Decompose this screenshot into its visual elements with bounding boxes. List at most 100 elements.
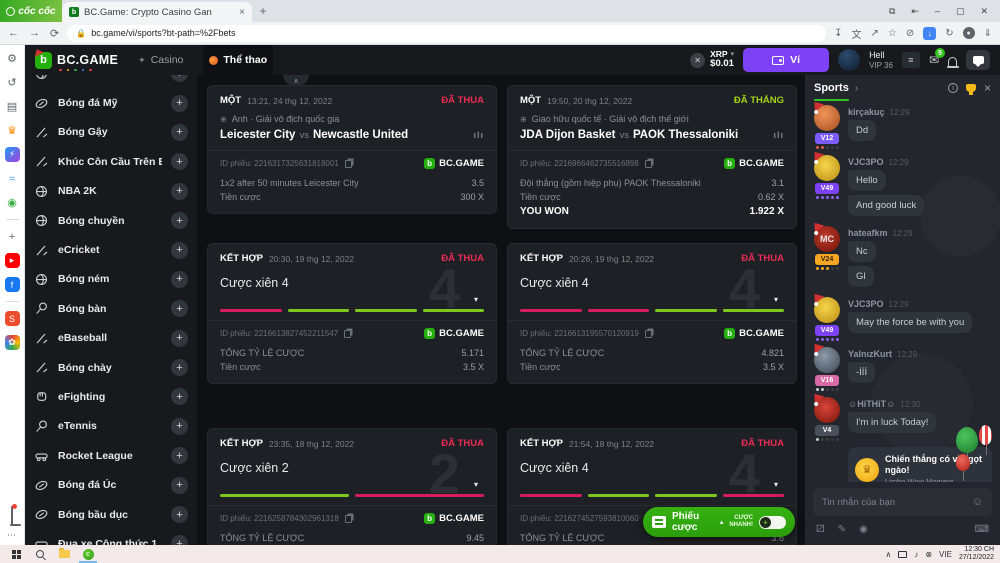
crown-rewards-icon[interactable]: ♛ [5,123,20,138]
avatar[interactable] [814,105,840,131]
sidebar-item-nba-2k[interactable]: NBA 2K+ [25,177,197,206]
add-to-favorites-button[interactable]: + [171,271,188,288]
clock[interactable]: 12:30 CH 27/12/2022 [959,546,994,562]
sidebar-item-ecricket[interactable]: eCricket+ [25,235,197,264]
add-to-favorites-button[interactable]: + [171,388,188,405]
settings-icon[interactable]: ⚙ [5,51,20,66]
avatar[interactable] [814,397,840,423]
add-shortcut-icon[interactable]: + [5,229,20,244]
sidebar-item-bóng-bàn[interactable]: Bóng bàn+ [25,294,197,323]
add-to-favorites-button[interactable]: + [171,447,188,464]
quick-bet-toggle[interactable]: + [759,516,786,529]
rain-feature-icon[interactable]: ⚂ [816,524,825,535]
more-icon[interactable]: ⋯ [7,530,17,541]
bookmark-star-icon[interactable]: ☆ [888,28,897,39]
coin-drop-icon[interactable]: ◉ [859,524,868,535]
strip-notifications-button[interactable] [11,507,13,525]
games-icon[interactable]: ◉ [5,195,20,210]
bcgame-logo[interactable]: b BC.GAME [35,52,118,69]
shopee-icon[interactable]: S [5,311,20,326]
nav-casino[interactable]: ✦ Casino [132,45,189,75]
cast-icon[interactable]: ⧉ [889,6,895,17]
reload-icon[interactable]: ⟳ [50,27,59,40]
adblock-shield-icon[interactable]: ⊘ [906,28,914,39]
session-restore-icon[interactable]: ⇤ [911,6,919,17]
currency-selector[interactable]: ✕ XRP ▾ $0.01 [690,50,734,70]
history-icon[interactable]: ↺ [5,75,20,90]
add-to-favorites-button[interactable]: + [171,359,188,376]
sidebar-item-bóng-đá-úc[interactable]: Bóng đá Úc+ [25,470,197,499]
copy-icon[interactable] [345,160,352,168]
file-explorer-button[interactable] [52,545,76,563]
dismiss-icon[interactable]: ⊗ [925,550,932,559]
maximize-icon[interactable]: ▢ [956,6,965,17]
avatar[interactable] [814,297,840,323]
newsfeed-icon[interactable]: ▤ [5,99,20,114]
url-omnibox[interactable]: 🔒 bc.game/vi/sports?bt-path=%2Fbets [67,25,826,42]
browser-tab[interactable]: b BC.Game: Crypto Casino Gan × [62,2,252,22]
update-icon[interactable]: ↻ [945,28,953,39]
nav-sports[interactable]: Thể thao [203,45,273,75]
bet-card[interactable]: MỘT13:21, 24 thg 12, 2022ĐÃ THUA⊕Anh · G… [207,85,497,214]
volume-icon[interactable]: ♪ [914,550,918,559]
messenger-icon[interactable]: ⚡ [5,147,20,162]
add-to-favorites-button[interactable]: + [171,75,188,82]
save-page-icon[interactable]: ↧ [834,28,842,39]
chevron-right-icon[interactable]: › [855,83,858,94]
chat-close-icon[interactable]: × [984,81,991,95]
add-to-favorites-button[interactable]: + [171,330,188,347]
sidebar-item-bóng-đá-mỹ[interactable]: Bóng đá Mỹ+ [25,88,197,117]
cloud-app-icon[interactable]: ≈ [5,171,20,186]
copy-icon[interactable] [645,160,652,168]
start-button[interactable] [4,545,28,563]
emoji-icon[interactable]: ☺ [972,496,983,508]
sidebar-item-bóng-chày[interactable]: Bóng chày+ [25,353,197,382]
chat-username[interactable]: VJC3PO [848,299,884,309]
chat-username[interactable]: kirçakuç [848,107,885,117]
sidebar-item-rocket-league[interactable]: Rocket League+ [25,441,197,470]
sidebar-item-bóng-gậy[interactable]: Bóng Gậy+ [25,118,197,147]
add-to-favorites-button[interactable]: + [171,535,188,545]
sidebar-item-ebaseball[interactable]: eBaseball+ [25,324,197,353]
downloads-tray-icon[interactable]: ⇓ [984,28,992,39]
chat-username[interactable]: ☺HiTHiT☺ [848,399,895,409]
keyboard-icon[interactable]: ⌨ [975,524,989,535]
chat-username[interactable]: YalnızKurt [848,349,892,359]
chat-username[interactable]: VJC3PO [848,157,884,167]
coccoc-menu-button[interactable]: cốc cốc [0,0,62,22]
sidebar-item-efighting[interactable]: eFighting+ [25,382,197,411]
avatar[interactable] [814,347,840,373]
add-to-favorites-button[interactable]: + [171,242,188,259]
chat-room-tab[interactable]: Sports [814,75,849,101]
copy-icon[interactable] [344,330,351,338]
sidebar-item-etennis[interactable]: eTennis+ [25,412,197,441]
sidebar-item-bóng-bầu-dục[interactable]: Bóng bầu dục+ [25,500,197,529]
misc-app-icon[interactable]: ✿ [5,335,20,350]
sidebar-item-đua-xe-công-thức-1[interactable]: Đua xe Công thức 1+ [25,529,197,545]
vip-menu-button[interactable]: ≡ [902,52,920,68]
notifications-button[interactable] [948,55,957,66]
rules-pen-icon[interactable]: ✎ [838,524,846,535]
minimize-icon[interactable]: – [935,6,940,16]
expand-caret-icon[interactable]: ▾ [474,480,478,489]
sidebar-item[interactable]: + [25,75,197,88]
avatar[interactable]: MC [814,226,840,252]
add-to-favorites-button[interactable]: + [171,477,188,494]
copy-icon[interactable] [345,515,352,523]
wallet-button[interactable]: Ví [743,48,829,72]
share-icon[interactable]: ↗ [870,28,878,39]
avatar[interactable] [814,155,840,181]
tab-close-icon[interactable]: × [239,7,245,18]
sidebar-item-bóng-ném[interactable]: Bóng ném+ [25,265,197,294]
add-to-favorites-button[interactable]: + [171,153,188,170]
chat-username[interactable]: hateafkm [848,228,888,238]
bet-card[interactable]: KẾT HỢP20:30, 19 thg 12, 2022ĐÃ THUACược… [207,243,497,384]
info-icon[interactable]: i [948,83,958,93]
sidebar-item-bóng-chuyền[interactable]: Bóng chuyền+ [25,206,197,235]
betslip-button[interactable]: Phiếu cược ▴ CƯỢC NHANH! + [643,507,795,537]
copy-icon[interactable] [645,330,652,338]
add-to-favorites-button[interactable]: + [171,506,188,523]
language-indicator[interactable]: VIE [939,550,952,559]
add-to-favorites-button[interactable]: + [171,95,188,112]
coccoc-taskbar-button[interactable]: c [76,545,100,563]
